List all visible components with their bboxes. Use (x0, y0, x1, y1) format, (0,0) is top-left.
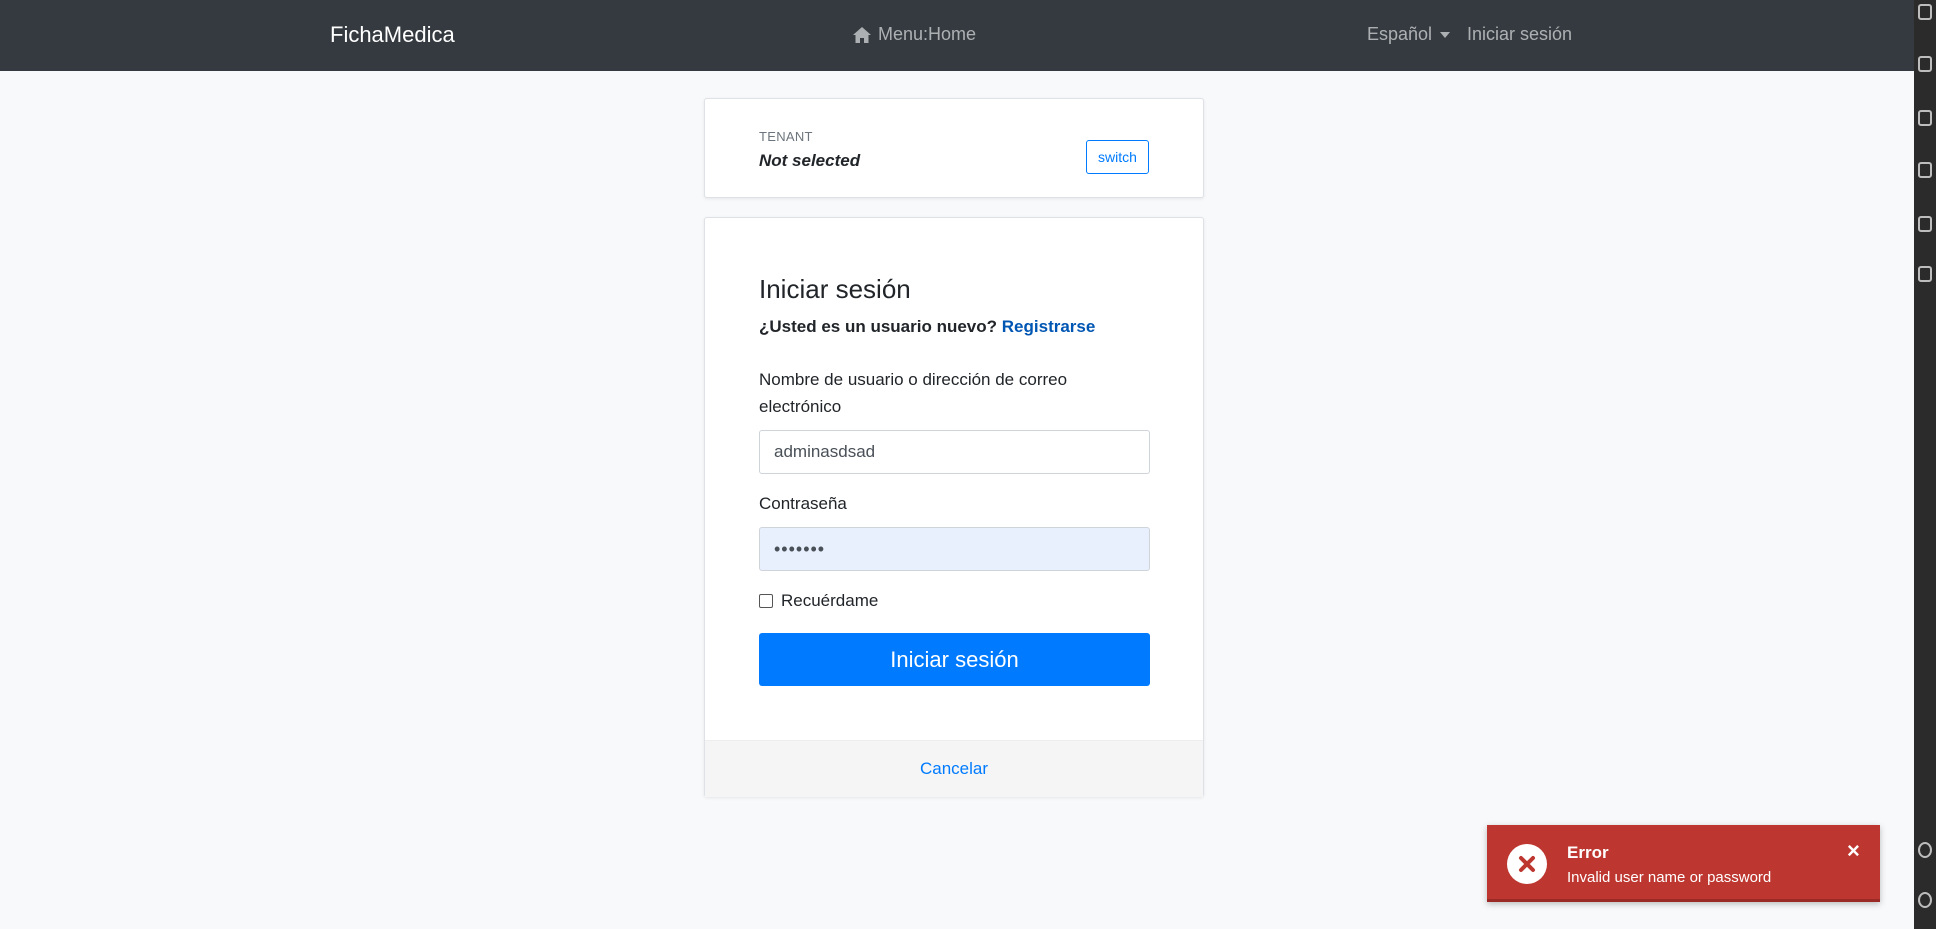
cancel-link[interactable]: Cancelar (920, 759, 988, 779)
caret-down-icon (1440, 31, 1451, 38)
home-icon (853, 26, 871, 43)
extensions-icon[interactable] (1918, 216, 1932, 232)
nav-login-link[interactable]: Iniciar sesión (1467, 24, 1572, 45)
tenant-card: TENANT Not selected switch (704, 98, 1204, 198)
language-label: Español (1367, 24, 1433, 44)
login-card: Iniciar sesión ¿Usted es un usuario nuev… (704, 217, 1204, 797)
login-card-footer: Cancelar (705, 740, 1203, 797)
nav-menu-label: Menu:Home (878, 24, 977, 44)
debug-icon[interactable] (1918, 110, 1932, 126)
brand-logo[interactable]: FichaMedica (330, 22, 455, 48)
switch-tenant-button[interactable]: switch (1086, 140, 1149, 174)
remember-label: Recuérdame (781, 591, 879, 610)
new-user-text: ¿Usted es un usuario nuevo? (759, 317, 998, 336)
toast-message: Invalid user name or password (1567, 869, 1772, 886)
remote-icon[interactable] (1918, 162, 1932, 178)
password-input[interactable]: ••••••• (759, 527, 1150, 571)
language-dropdown[interactable]: Español (1367, 24, 1451, 45)
source-control-icon[interactable] (1918, 56, 1932, 72)
remember-me[interactable]: Recuérdame (759, 591, 878, 611)
toast-title: Error (1567, 843, 1609, 862)
gear-icon[interactable] (1918, 892, 1932, 908)
nav-menu-home[interactable]: Menu:Home (852, 24, 976, 45)
error-toast: Error Invalid user name or password × (1487, 825, 1880, 902)
password-label: Contraseña (759, 494, 847, 513)
search-icon[interactable] (1918, 4, 1932, 20)
username-input[interactable]: adminasdsad (759, 430, 1150, 474)
account-icon[interactable] (1918, 842, 1932, 858)
error-icon (1507, 844, 1547, 884)
register-link[interactable]: Registrarse (1002, 317, 1096, 336)
new-user-prompt: ¿Usted es un usuario nuevo? Registrarse (759, 317, 1095, 337)
side-toolbar (1914, 0, 1936, 929)
docker-icon[interactable] (1918, 266, 1932, 282)
close-icon[interactable]: × (1847, 838, 1860, 864)
username-label: Nombre de usuario o dirección de correo … (759, 370, 1068, 416)
tenant-value: Not selected (759, 151, 861, 170)
top-navbar: FichaMedica Menu:Home Español Iniciar se… (0, 0, 1914, 71)
tenant-label: TENANT (759, 129, 813, 144)
login-title: Iniciar sesión (759, 274, 911, 304)
login-submit-button[interactable]: Iniciar sesión (759, 633, 1150, 686)
remember-checkbox[interactable] (759, 594, 773, 608)
